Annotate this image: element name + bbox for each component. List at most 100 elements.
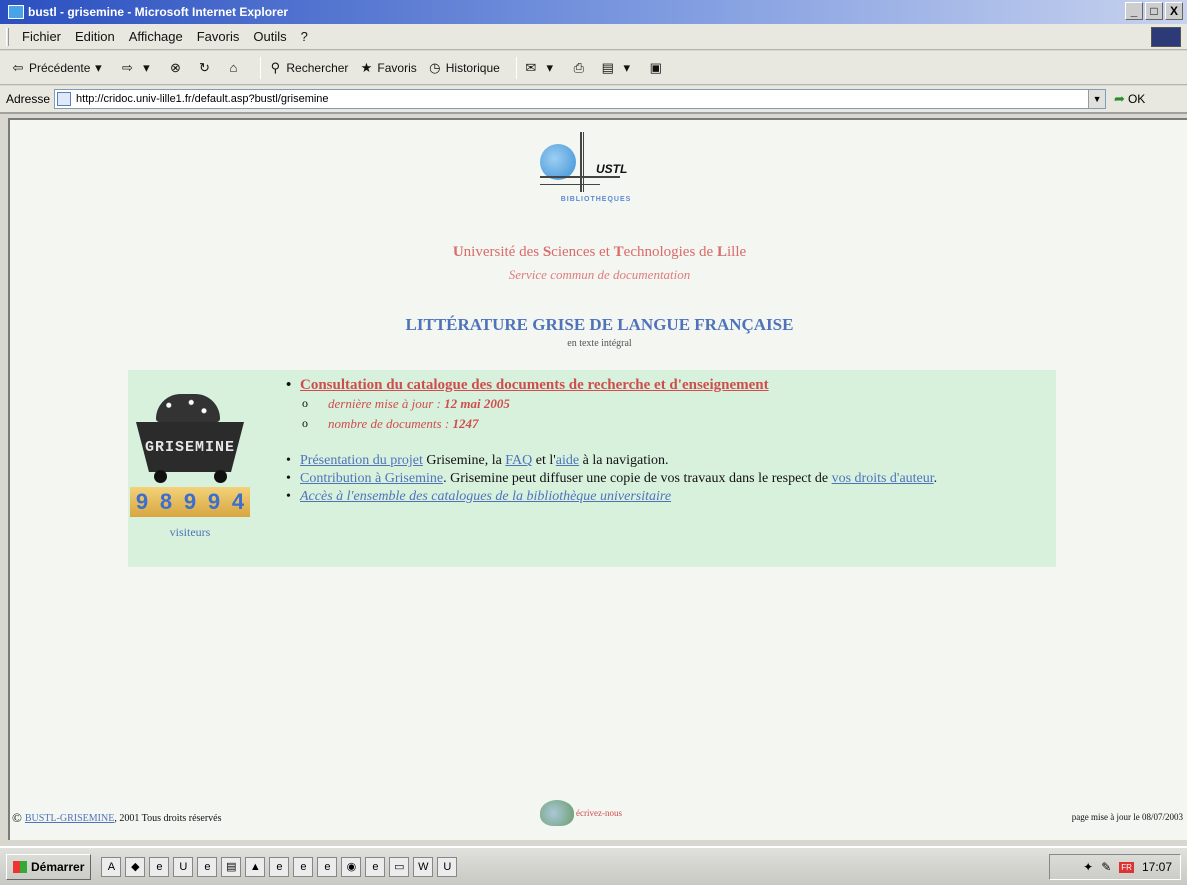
faq-link[interactable]: FAQ xyxy=(505,453,532,468)
edit-button[interactable]: ▤ ▾ xyxy=(600,60,638,76)
word-icon[interactable]: W xyxy=(413,856,434,877)
app-icon[interactable]: U xyxy=(437,856,458,877)
ie-window-icon[interactable]: e xyxy=(149,856,170,877)
back-button[interactable]: ⇦ Précédente ▾ xyxy=(10,60,109,76)
app-icon[interactable]: ▤ xyxy=(221,856,242,877)
contribution-link[interactable]: Contribution à Grisemine xyxy=(300,471,443,486)
chevron-down-icon: ▾ xyxy=(623,59,631,75)
catalogues-link[interactable]: Accès à l'ensemble des catalogues de la … xyxy=(300,489,671,504)
address-input[interactable]: http://cridoc.univ-lille1.fr/default.asp… xyxy=(54,89,1107,109)
history-button[interactable]: ◷ Historique xyxy=(427,60,500,76)
menu-favoris[interactable]: Favoris xyxy=(190,29,247,44)
droits-link[interactable]: vos droits d'auteur xyxy=(832,471,934,486)
tray-icon[interactable]: ✎ xyxy=(1101,860,1111,874)
app-icon[interactable]: ◆ xyxy=(125,856,146,877)
windows-logo-icon xyxy=(1151,27,1181,47)
favorites-button[interactable]: ★ Favoris xyxy=(358,60,417,76)
menu-bar: Fichier Edition Affichage Favoris Outils… xyxy=(0,24,1187,50)
list-item-contribution: Contribution à Grisemine. Grisemine peut… xyxy=(284,470,1054,488)
go-arrow-icon: ➦ xyxy=(1114,91,1125,106)
grisemine-panel: GRISEMINE 9 8 9 9 4 visiteurs Consultati… xyxy=(128,370,1056,567)
back-label: Précédente xyxy=(29,60,91,75)
page-viewport[interactable]: USTL BIBLIOTHEQUES Université des Scienc… xyxy=(8,118,1187,840)
discuss-button[interactable]: ▣ xyxy=(648,60,667,76)
forward-arrow-icon: ⇨ xyxy=(121,59,133,75)
app-icon[interactable]: U xyxy=(173,856,194,877)
menu-outils[interactable]: Outils xyxy=(246,29,293,44)
home-button[interactable]: ⌂ xyxy=(225,60,244,76)
menu-help[interactable]: ? xyxy=(294,29,315,44)
app-icon[interactable]: ▲ xyxy=(245,856,266,877)
list-item-presentation: Présentation du projet Grisemine, la FAQ… xyxy=(284,452,1054,470)
menu-edition[interactable]: Edition xyxy=(68,29,122,44)
consultation-link[interactable]: Consultation du catalogue des documents … xyxy=(284,376,1054,394)
go-label: OK xyxy=(1127,92,1146,106)
chevron-down-icon: ▾ xyxy=(546,59,554,75)
mail-button[interactable]: ✉ ▾ xyxy=(523,60,561,76)
taskbar: Démarrer A ◆ e U e ▤ ▲ e e e ◉ e ▭ W U ✦… xyxy=(0,846,1187,885)
address-label: Adresse xyxy=(6,92,51,106)
presentation-link[interactable]: Présentation du projet xyxy=(300,453,423,468)
print-button[interactable]: ⎙ xyxy=(571,60,590,76)
clock: 17:07 xyxy=(1141,860,1172,874)
logo-line xyxy=(540,184,600,185)
menu-fichier[interactable]: Fichier xyxy=(15,29,68,44)
toolbar: ⇦ Précédente ▾ ⇨ ▾ ⊗ ↻ ⌂ ⚲ Rechercher ★ … xyxy=(0,51,1187,85)
chevron-down-icon[interactable]: ▾ xyxy=(90,60,106,76)
ie-window-icon[interactable]: e xyxy=(293,856,314,877)
aide-link[interactable]: aide xyxy=(556,453,579,468)
page-subtitle: en texte intégral xyxy=(567,338,632,349)
minimize-button[interactable]: _ xyxy=(1125,2,1143,20)
maximize-button[interactable]: □ xyxy=(1145,2,1163,20)
favorites-label: Favoris xyxy=(377,60,417,75)
quill-icon xyxy=(540,800,574,826)
go-button[interactable]: ➦ OK xyxy=(1114,91,1145,107)
title-bar: bustl - grisemine - Microsoft Internet E… xyxy=(0,0,1187,24)
refresh-icon: ↻ xyxy=(198,59,210,75)
counter-digit: 9 xyxy=(183,489,197,514)
copyright-link[interactable]: BUSTL-GRISEMINE xyxy=(25,813,114,824)
contact: écrivez-nous xyxy=(540,800,622,826)
menu-affichage[interactable]: Affichage xyxy=(122,29,190,44)
taskbar-apps: A ◆ e U e ▤ ▲ e e e ◉ e ▭ W U xyxy=(101,856,458,877)
app-icon[interactable]: ▭ xyxy=(389,856,410,877)
wheel-icon xyxy=(214,470,227,483)
app-icon[interactable]: A xyxy=(101,856,122,877)
search-icon: ⚲ xyxy=(270,59,281,75)
address-dropdown-icon[interactable]: ▼ xyxy=(1088,90,1106,108)
wheel-icon xyxy=(154,470,167,483)
search-label: Rechercher xyxy=(286,60,349,75)
discuss-icon: ▣ xyxy=(649,59,662,75)
start-button[interactable]: Démarrer xyxy=(6,853,92,880)
toolbar-grip[interactable] xyxy=(6,27,9,46)
ie-window-icon[interactable]: e xyxy=(269,856,290,877)
stop-button[interactable]: ⊗ xyxy=(167,60,186,76)
copyright-text: , 2001 Tous droits réservés xyxy=(114,812,222,824)
grisemine-logo: GRISEMINE 9 8 9 9 4 visiteurs xyxy=(128,390,252,550)
stop-icon: ⊗ xyxy=(169,59,181,75)
cart-label: GRISEMINE xyxy=(144,438,235,456)
ie-window-icon[interactable]: e xyxy=(317,856,338,877)
print-icon: ⎙ xyxy=(573,59,584,75)
chevron-down-icon[interactable]: ▾ xyxy=(138,60,154,76)
logo-line xyxy=(540,176,620,178)
logo-lines xyxy=(580,132,584,192)
tray-icon[interactable]: ✦ xyxy=(1083,860,1093,874)
toolbar-separator xyxy=(260,56,262,79)
media-icon[interactable]: ◉ xyxy=(341,856,362,877)
visitors-label: visiteurs xyxy=(169,525,211,539)
edit-icon: ▤ xyxy=(601,59,614,75)
windows-flag-icon xyxy=(13,860,27,873)
globe-icon xyxy=(540,144,576,180)
refresh-button[interactable]: ↻ xyxy=(196,60,215,76)
language-indicator[interactable]: FR xyxy=(1119,861,1134,873)
search-button[interactable]: ⚲ Rechercher xyxy=(267,59,349,76)
forward-button[interactable]: ⇨ ▾ xyxy=(119,60,157,76)
ie-icon[interactable]: e xyxy=(365,856,386,877)
write-us-link[interactable]: écrivez-nous xyxy=(576,808,622,818)
service-name: Service commun de documentation xyxy=(508,267,691,282)
close-button[interactable]: X xyxy=(1165,2,1183,20)
ie-window-icon[interactable]: e xyxy=(197,856,218,877)
ustl-logo: USTL BIBLIOTHEQUES xyxy=(536,132,656,212)
logo-name: USTL xyxy=(596,162,628,176)
